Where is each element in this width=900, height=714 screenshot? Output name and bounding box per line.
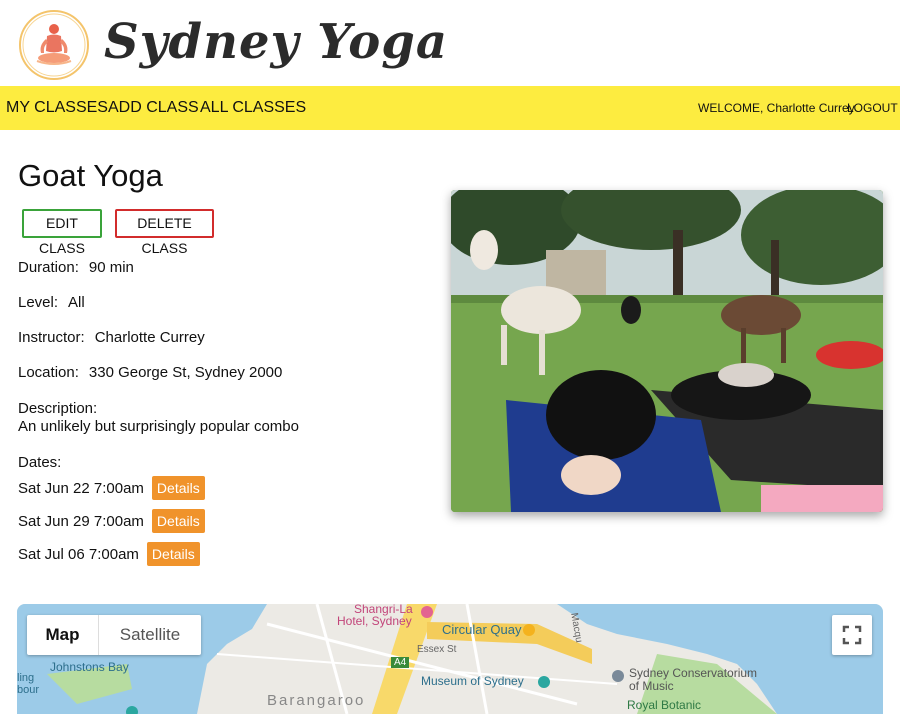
description-label: Description: xyxy=(18,400,98,417)
nav-my-classes[interactable]: MY CLASSES xyxy=(6,86,108,130)
duration-label: Duration: xyxy=(18,259,79,276)
map-place-label: of Music xyxy=(629,679,674,693)
top-nav: MY CLASSES ADD CLASS ALL CLASSES WELCOME… xyxy=(0,86,900,130)
instructor-label: Instructor: xyxy=(18,329,85,346)
satellite-view-button[interactable]: Satellite xyxy=(99,615,201,655)
welcome-text: WELCOME, Charlotte Currey xyxy=(698,101,855,115)
map-place-label: ling xyxy=(17,672,35,684)
details-button[interactable]: Details xyxy=(151,476,205,500)
date-row: Sat Jun 22 7:00am Details xyxy=(18,476,205,500)
date-text: Sat Jun 29 7:00am xyxy=(18,513,144,530)
level-value: All xyxy=(68,294,85,311)
map-street-label: Essex St xyxy=(417,644,457,655)
class-title: Goat Yoga xyxy=(18,158,163,193)
map-place-label: Johnstons Bay xyxy=(50,660,129,674)
map-area-label: Barangaroo xyxy=(267,692,366,709)
date-row: Sat Jun 29 7:00am Details xyxy=(18,509,205,533)
class-photo xyxy=(451,190,883,512)
location-value: 330 George St, Sydney 2000 xyxy=(88,364,283,381)
map-view-button[interactable]: Map xyxy=(27,615,99,655)
site-header: Sydney Yoga xyxy=(0,0,900,86)
location-label: Location: xyxy=(18,364,79,381)
map-road-badge: A4 xyxy=(391,657,410,668)
delete-class-button[interactable]: DELETE CLASS xyxy=(115,209,214,256)
fullscreen-button[interactable] xyxy=(832,615,872,655)
nav-logout[interactable]: LOGOUT xyxy=(847,86,898,130)
details-button[interactable]: Details xyxy=(151,509,205,533)
edit-class-button[interactable]: EDIT CLASS xyxy=(22,209,102,256)
logo-icon[interactable] xyxy=(17,9,91,81)
map-type-control: Map Satellite xyxy=(27,615,201,655)
map-place-label: Museum of Sydney xyxy=(421,674,524,688)
details-button[interactable]: Details xyxy=(146,542,200,566)
date-text: Sat Jun 22 7:00am xyxy=(18,480,144,497)
nav-all-classes[interactable]: ALL CLASSES xyxy=(200,86,306,130)
map-place-label: Sydney Conservatorium xyxy=(629,666,758,680)
description-value: An unlikely but surprisingly popular com… xyxy=(18,418,299,435)
map-place-label: Hotel, Sydney xyxy=(337,614,412,628)
map-place-label: Circular Quay xyxy=(442,622,522,637)
nav-add-class[interactable]: ADD CLASS xyxy=(108,86,199,130)
dates-label: Dates: xyxy=(18,454,62,471)
duration-value: 90 min xyxy=(88,259,134,276)
date-text: Sat Jul 06 7:00am xyxy=(18,546,139,563)
level-label: Level: xyxy=(18,294,59,311)
fullscreen-icon xyxy=(842,625,862,645)
map-place-label: bour xyxy=(17,684,40,696)
map-place-label: Royal Botanic xyxy=(627,698,702,712)
location-field: Location: 330 George St, Sydney 2000 xyxy=(18,364,282,381)
instructor-value: Charlotte Currey xyxy=(94,329,205,346)
date-row: Sat Jul 06 7:00am Details xyxy=(18,542,200,566)
duration-field: Duration: 90 min xyxy=(18,259,134,276)
instructor-field: Instructor: Charlotte Currey xyxy=(18,329,205,346)
brand-name: Sydney Yoga xyxy=(104,14,448,70)
level-field: Level: All xyxy=(18,294,85,311)
